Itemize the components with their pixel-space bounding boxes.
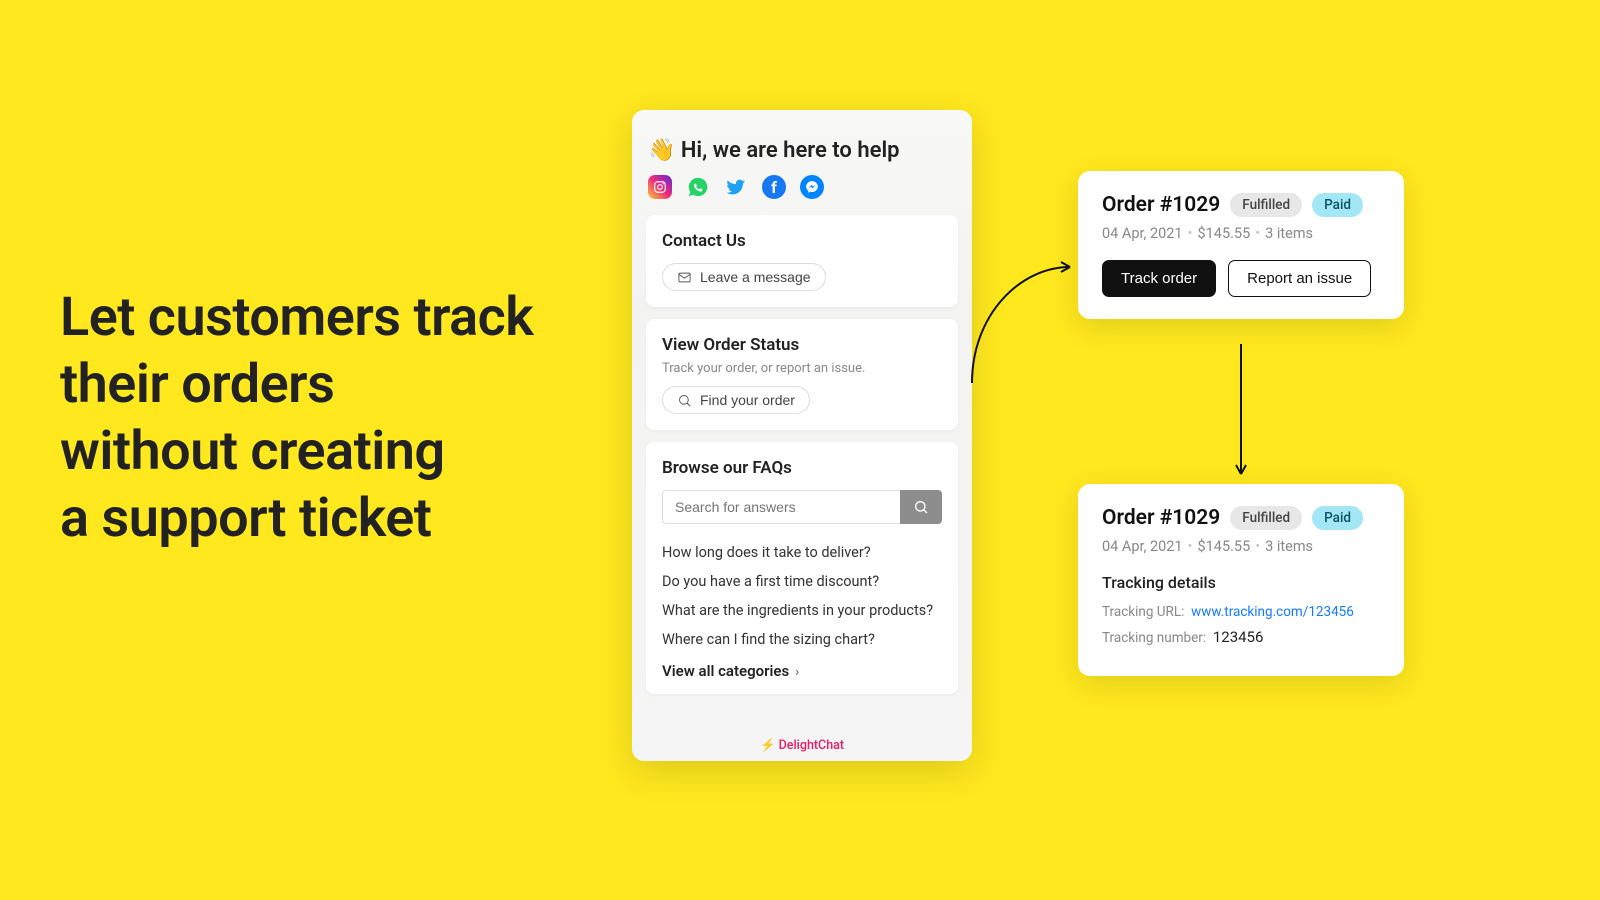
search-icon [677,393,692,408]
order-amount: $145.55 [1198,538,1251,555]
faq-title: Browse our FAQs [662,458,942,478]
order-status-title: View Order Status [662,335,942,355]
widget-greeting: 👋 Hi, we are here to help [648,138,958,163]
messenger-icon[interactable] [800,175,824,199]
widget-brand[interactable]: ⚡ DelightChat [632,738,972,753]
tracking-heading: Tracking details [1102,573,1380,592]
order-date: 04 Apr, 2021 [1102,225,1183,242]
social-row: f [648,175,958,199]
bolt-icon: ⚡ [760,738,776,753]
tracking-number-label: Tracking number: [1102,630,1206,646]
paid-badge: Paid [1312,506,1363,530]
faq-item[interactable]: Where can I find the sizing chart? [662,625,942,654]
order-items-count: 3 items [1265,225,1313,242]
page-headline: Let customers tracktheir orderswithout c… [60,285,533,553]
leave-message-button[interactable]: Leave a message [662,263,826,291]
twitter-icon[interactable] [724,175,748,199]
fulfilled-badge: Fulfilled [1230,506,1302,530]
view-all-categories[interactable]: View all categories › [662,654,942,680]
search-icon [913,499,929,515]
faq-search-input[interactable] [662,490,900,524]
order-meta: 04 Apr, 2021•$145.55•3 items [1102,225,1380,242]
contact-title: Contact Us [662,231,942,251]
instagram-icon[interactable] [648,175,672,199]
contact-card: Contact Us Leave a message [646,215,958,307]
fulfilled-badge: Fulfilled [1230,193,1302,217]
report-issue-button[interactable]: Report an issue [1228,260,1371,297]
tracking-number-value: 123456 [1213,628,1264,646]
order-title: Order #1029 [1102,193,1220,217]
mail-icon [677,270,692,285]
order-status-subtitle: Track your order, or report an issue. [662,361,942,376]
tracking-url-row: Tracking URL: www.tracking.com/123456 [1102,604,1380,620]
faq-card: Browse our FAQs How long does it take to… [646,442,958,694]
tracking-url-label: Tracking URL: [1102,604,1184,620]
order-date: 04 Apr, 2021 [1102,538,1183,555]
faq-item[interactable]: How long does it take to deliver? [662,538,942,567]
whatsapp-icon[interactable] [686,175,710,199]
order-amount: $145.55 [1198,225,1251,242]
order-items-count: 3 items [1265,538,1313,555]
paid-badge: Paid [1312,193,1363,217]
order-card-tracking: Order #1029 Fulfilled Paid 04 Apr, 2021•… [1078,484,1404,676]
connector-arrow-1 [970,255,1080,395]
facebook-icon[interactable]: f [762,175,786,199]
connector-arrow-2 [1234,344,1248,484]
view-all-label: View all categories [662,662,789,680]
order-card-actions: Order #1029 Fulfilled Paid 04 Apr, 2021•… [1078,171,1404,319]
order-status-card: View Order Status Track your order, or r… [646,319,958,430]
faq-item[interactable]: Do you have a first time discount? [662,567,942,596]
help-widget: 👋 Hi, we are here to help f Contact Us L… [632,110,972,761]
chevron-right-icon: › [795,665,799,680]
tracking-url-link[interactable]: www.tracking.com/123456 [1191,604,1354,620]
faq-item[interactable]: What are the ingredients in your product… [662,596,942,625]
find-order-button[interactable]: Find your order [662,386,810,414]
track-order-button[interactable]: Track order [1102,260,1216,297]
brand-label: DelightChat [779,738,844,753]
order-title: Order #1029 [1102,506,1220,530]
tracking-number-row: Tracking number: 123456 [1102,628,1380,646]
find-order-label: Find your order [700,392,795,408]
faq-search-button[interactable] [900,490,942,524]
leave-message-label: Leave a message [700,269,811,285]
order-meta: 04 Apr, 2021•$145.55•3 items [1102,538,1380,555]
